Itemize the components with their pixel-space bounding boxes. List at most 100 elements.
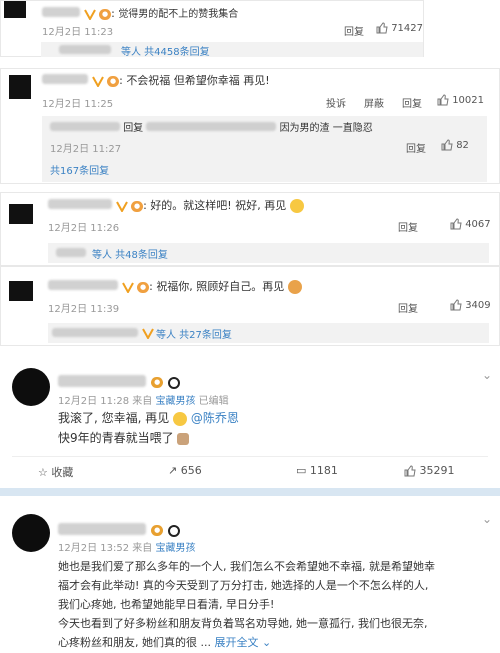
- collect-button[interactable]: ☆ 收藏: [38, 464, 73, 480]
- vip-icon: [142, 328, 154, 339]
- like-button[interactable]: 35291: [404, 464, 455, 477]
- dropdown-chevron-icon[interactable]: ⌄: [482, 512, 492, 526]
- username-blurred: [52, 328, 138, 337]
- fan-badge: ●: [107, 75, 120, 87]
- reply-button[interactable]: 回复: [344, 23, 364, 38]
- like-count: 3409: [465, 300, 491, 311]
- sub-reply-area: 回复 因为男的渣 一直隐忍 12月2日 11:27 回复 82 共167条回复: [42, 116, 487, 182]
- mention-link[interactable]: @陈乔恩: [191, 411, 239, 425]
- username-blurred[interactable]: [42, 74, 88, 84]
- smile-emoji-icon: [173, 411, 188, 426]
- fan-badge: ●: [151, 525, 164, 536]
- comment-time: 12月2日 11:23: [42, 27, 114, 38]
- thumb-up-icon: [437, 94, 449, 106]
- comment-time: 12月2日 11:39: [48, 304, 120, 315]
- username-blurred[interactable]: [42, 7, 80, 17]
- username-blurred[interactable]: [50, 122, 120, 131]
- fan-badge: ●: [151, 377, 164, 388]
- avatar[interactable]: [4, 1, 26, 18]
- source-link[interactable]: 宝藏男孩: [155, 543, 195, 554]
- avatar[interactable]: [9, 204, 33, 224]
- username-blurred[interactable]: [48, 199, 112, 209]
- comment-card-3: ●: 好的。就这样吧! 祝好, 再见 12月2日 11:26 回复 4067 等…: [0, 192, 500, 266]
- panda-icon: [168, 524, 181, 537]
- avatar[interactable]: [9, 75, 31, 99]
- avatar[interactable]: [12, 514, 50, 552]
- like-count: 82: [456, 140, 469, 151]
- like-button[interactable]: 71427: [376, 22, 423, 34]
- like-count: 4067: [465, 219, 491, 230]
- vip-icon: [83, 9, 96, 20]
- post-text-line: 今天也看到了好多粉丝和朋友背负着骂名劝导她, 她一意孤行, 我们也很无奈,: [58, 617, 428, 630]
- expand-chevron-icon[interactable]: ⌄: [262, 636, 271, 649]
- smile-emoji-icon: [289, 199, 304, 213]
- fan-badge: ●: [99, 8, 112, 20]
- thumb-up-icon: [441, 139, 453, 151]
- reply-button[interactable]: 回复: [402, 95, 422, 110]
- post-text-line: 我滚了, 您幸福, 再见 @陈乔恩: [58, 411, 239, 426]
- username-blurred: [56, 248, 86, 257]
- reply-button[interactable]: 回复: [398, 300, 418, 315]
- sub-like-button[interactable]: 82: [441, 139, 469, 151]
- username-row: ●: [58, 372, 181, 391]
- post-text-line: 我们心疼她, 也希望她能早日看清, 早日分手!: [58, 598, 275, 611]
- report-button[interactable]: 投诉: [326, 95, 346, 110]
- username-blurred[interactable]: [58, 375, 146, 387]
- like-button[interactable]: 10021: [437, 94, 484, 106]
- username-blurred[interactable]: [146, 122, 277, 131]
- like-button[interactable]: 3409: [450, 299, 491, 311]
- username-blurred[interactable]: [58, 523, 146, 535]
- post-meta: 12月2日 13:52 来自 宝藏男孩: [58, 543, 196, 554]
- avatar[interactable]: [12, 368, 50, 406]
- post-meta: 12月2日 11:28 来自 宝藏男孩 已编辑: [58, 396, 229, 407]
- username-blurred[interactable]: [48, 280, 118, 290]
- weibo-post-1: ● ⌄ 12月2日 11:28 来自 宝藏男孩 已编辑 我滚了, 您幸福, 再见…: [0, 350, 500, 485]
- section-separator: [0, 488, 500, 496]
- fan-badge: ●: [131, 200, 144, 212]
- comment-card-1: ●: 觉得男的配不上的赞我集合 12月2日 11:23 回复 71427 等人 …: [0, 0, 424, 58]
- block-button[interactable]: 屏蔽: [364, 95, 384, 110]
- panda-icon: [168, 376, 181, 389]
- sub-reply-button[interactable]: 回复: [406, 140, 426, 155]
- dropdown-chevron-icon[interactable]: ⌄: [482, 368, 492, 382]
- reply-summary-text[interactable]: 等人 共27条回复: [156, 326, 232, 341]
- like-count: 71427: [391, 23, 423, 34]
- thumb-up-icon: [376, 22, 388, 34]
- ellipsis: ...: [200, 636, 212, 649]
- reply-summary-text[interactable]: 等人 共48条回复: [92, 246, 168, 261]
- comment-card-4: ●: 祝福你, 照顾好自己。再见 12月2日 11:39 回复 3409 等人 …: [0, 266, 500, 346]
- repost-button[interactable]: ↗ 656: [168, 464, 202, 477]
- comment-button[interactable]: ▭ 1181: [296, 464, 338, 477]
- like-button[interactable]: 4067: [450, 218, 491, 230]
- wave-emoji-icon: [287, 280, 302, 294]
- total-replies-link[interactable]: 共167条回复: [50, 162, 109, 177]
- reply-summary[interactable]: 等人 共27条回复: [48, 323, 489, 343]
- post-text-line: 她也是我们爱了那么多年的一个人, 我们怎么不会希望她不幸福, 就是希望她幸: [58, 560, 435, 573]
- comment-card-2: ●: 不会祝福 但希望你幸福 再见! 12月2日 11:25 投诉 屏蔽 回复 …: [0, 68, 500, 184]
- comment-text: ●: 好的。就这样吧! 祝好, 再见: [48, 197, 304, 213]
- sub-reply-text: 回复 因为男的渣 一直隐忍: [50, 119, 373, 134]
- vip-icon: [121, 282, 134, 293]
- vip-icon: [115, 201, 128, 212]
- comment-time: 12月2日 11:26: [48, 223, 120, 234]
- comment-text: ●: 祝福你, 照顾好自己。再见: [48, 278, 302, 294]
- reply-button[interactable]: 回复: [398, 219, 418, 234]
- thumb-up-icon: [450, 218, 462, 230]
- vip-icon: [91, 76, 104, 87]
- comment-time: 12月2日 11:25: [42, 99, 114, 110]
- thumb-up-icon: [450, 299, 462, 311]
- source-link[interactable]: 宝藏男孩: [155, 396, 195, 407]
- weibo-post-2: ● ⌄ 12月2日 13:52 来自 宝藏男孩 她也是我们爱了那么多年的一个人,…: [0, 496, 500, 653]
- post-divider: [12, 456, 488, 457]
- bell-emoji-icon: [177, 432, 190, 445]
- reply-summary-text[interactable]: 等人 共4458条回复: [121, 43, 210, 58]
- fan-badge: ●: [137, 281, 150, 293]
- post-text-line: 福才会有此举动! 真的今天受到了万分打击, 她选择的人是一个不怎么样的人,: [58, 579, 429, 592]
- expand-link[interactable]: 展开全文: [215, 636, 259, 649]
- thumb-up-icon: [404, 465, 416, 477]
- username-row: ●: [58, 520, 181, 539]
- reply-summary[interactable]: 等人 共4458条回复: [41, 42, 423, 58]
- reply-summary[interactable]: 等人 共48条回复: [48, 243, 489, 263]
- post-text-line: 心疼粉丝和朋友, 她们真的很 ... 展开全文 ⌄: [58, 636, 272, 649]
- avatar[interactable]: [9, 281, 33, 301]
